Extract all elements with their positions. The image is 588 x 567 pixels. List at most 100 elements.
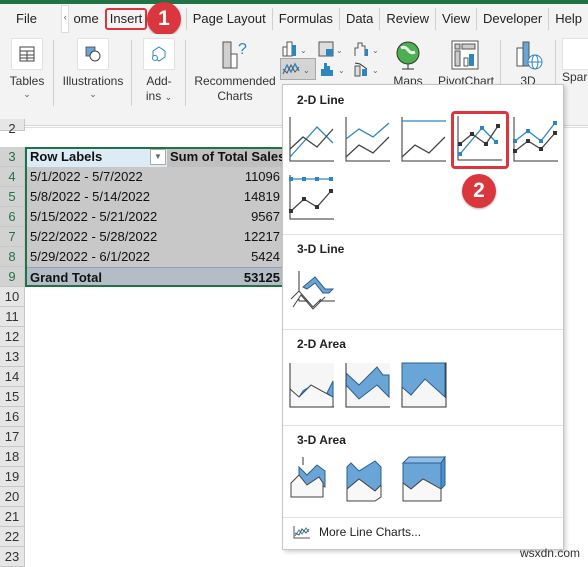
tab-view[interactable]: View xyxy=(435,8,476,30)
row-header[interactable]: 16 xyxy=(0,407,25,427)
3d-map-button[interactable]: 3D xyxy=(508,38,548,89)
line-with-markers-chart-option[interactable] xyxy=(451,111,509,169)
row-header[interactable]: 7 xyxy=(0,227,25,247)
chevron-down-icon: ⌄ xyxy=(23,89,31,99)
100-stacked-line-with-markers-chart-option[interactable] xyxy=(289,173,335,221)
line-chart-gallery: 2-D Line 2 3-D Line 2-D Area 3-D Area Mo… xyxy=(282,84,564,550)
maps-button[interactable]: Maps xyxy=(390,38,426,89)
stacked-line-chart-option[interactable] xyxy=(345,115,391,163)
row-header[interactable]: 23 xyxy=(0,547,25,567)
tables-label: Tables xyxy=(9,74,45,88)
tab-file[interactable]: File xyxy=(10,8,43,30)
row-header[interactable]: 18 xyxy=(0,447,25,467)
illustrations-label: Illustrations xyxy=(62,74,124,88)
ribbon-tabs: File ‹ ome Insert Page Layout Formulas D… xyxy=(0,4,588,34)
svg-text:?: ? xyxy=(238,41,247,58)
pivotchart-button[interactable]: PivotChart xyxy=(436,38,496,89)
more-line-charts-link[interactable]: More Line Charts... xyxy=(293,525,421,539)
row-header[interactable]: 10 xyxy=(0,287,25,307)
svg-text:⌄: ⌄ xyxy=(338,66,345,75)
sparkline-icon xyxy=(562,38,588,70)
step-2-badge: 2 xyxy=(462,174,496,208)
3d-area-chart-option[interactable] xyxy=(289,455,335,503)
row-header[interactable]: 22 xyxy=(0,527,25,547)
addins-label-1: Add- xyxy=(146,74,172,88)
illustrations-button[interactable]: Illustrations ⌄ xyxy=(58,38,128,100)
row-header[interactable]: 14 xyxy=(0,367,25,387)
hierarchy-chart-button[interactable]: ⌄ xyxy=(318,40,343,58)
line-chart-option[interactable] xyxy=(289,115,335,163)
tab-home[interactable]: ome xyxy=(71,8,104,30)
tab-help[interactable]: Help xyxy=(548,8,588,30)
recommended-charts-button[interactable]: ? Recommended Charts xyxy=(192,38,278,104)
svg-text:⌄: ⌄ xyxy=(300,46,307,55)
divider xyxy=(283,517,563,518)
row-header[interactable]: 2 xyxy=(0,119,25,136)
row-header[interactable]: 20 xyxy=(0,487,25,507)
waterfall-chart-button[interactable]: ⌄ xyxy=(354,40,379,58)
100-stacked-line-chart-option[interactable] xyxy=(401,115,447,163)
row-header[interactable]: 17 xyxy=(0,427,25,447)
tab-insert[interactable]: Insert xyxy=(104,8,148,30)
addins-label-2-text: ins xyxy=(145,89,162,103)
divider xyxy=(131,40,132,106)
recommended-label-2: Charts xyxy=(217,89,253,103)
row-header[interactable]: 15 xyxy=(0,387,25,407)
row-header[interactable]: 13 xyxy=(0,347,25,367)
column-chart-button[interactable]: ⌄ xyxy=(282,40,307,58)
row-header[interactable]: 6 xyxy=(0,207,25,227)
line-chart-button[interactable]: ⌄ xyxy=(280,58,316,80)
addins-label-2: ins ⌄ xyxy=(140,89,178,105)
table-icon xyxy=(11,38,43,70)
row-header[interactable]: 11 xyxy=(0,307,25,327)
chevron-down-icon: ⌄ xyxy=(89,89,97,99)
stacked-area-chart-option[interactable] xyxy=(345,361,391,409)
3d-stacked-area-chart-option[interactable] xyxy=(345,455,391,503)
tab-developer[interactable]: Developer xyxy=(475,8,548,30)
svg-text:⌄: ⌄ xyxy=(336,46,343,55)
section-2d-area-title: 2-D Area xyxy=(297,337,346,351)
100-stacked-area-chart-option[interactable] xyxy=(401,361,447,409)
shapes-icon xyxy=(77,38,109,70)
3d-100-stacked-area-chart-option[interactable] xyxy=(401,455,447,503)
row-header[interactable]: 5 xyxy=(0,187,25,207)
selection-border xyxy=(25,147,283,287)
tab-scroll-left-button[interactable]: ‹ xyxy=(60,5,70,33)
row-header[interactable]: 3 xyxy=(0,147,25,167)
divider xyxy=(53,40,54,106)
row-header[interactable]: 21 xyxy=(0,507,25,527)
divider xyxy=(283,234,563,235)
section-2d-line-title: 2-D Line xyxy=(297,93,345,107)
addins-icon xyxy=(143,38,175,70)
row-header[interactable]: 9 xyxy=(0,267,25,287)
recommended-label-1: Recommended xyxy=(194,74,276,88)
combo-chart-button[interactable]: ⌄ xyxy=(354,60,379,78)
svg-text:⌄: ⌄ xyxy=(372,66,379,75)
3d-map-icon xyxy=(508,38,548,74)
row-header[interactable]: 12 xyxy=(0,327,25,347)
row-header[interactable]: 4 xyxy=(0,167,25,187)
row-header[interactable]: 19 xyxy=(0,467,25,487)
section-3d-area-title: 3-D Area xyxy=(297,433,346,447)
addins-button[interactable]: Add- ins ⌄ xyxy=(140,38,178,105)
step-1-badge: 1 xyxy=(147,2,181,36)
tab-review[interactable]: Review xyxy=(379,8,435,30)
sparklines-label: Spar xyxy=(562,70,588,84)
stacked-line-with-markers-chart-option[interactable] xyxy=(513,115,559,163)
sparklines-button[interactable]: Spar xyxy=(562,38,588,85)
line-chart-icon xyxy=(293,526,310,539)
pivotchart-icon xyxy=(436,38,496,74)
tab-page-layout[interactable]: Page Layout xyxy=(185,8,272,30)
3d-line-chart-option[interactable] xyxy=(289,267,335,315)
row-header[interactable]: 8 xyxy=(0,247,25,267)
svg-text:⌄: ⌄ xyxy=(372,46,379,55)
globe-icon xyxy=(390,38,426,74)
tables-button[interactable]: Tables ⌄ xyxy=(8,38,46,100)
area-chart-option[interactable] xyxy=(289,361,335,409)
tab-formulas[interactable]: Formulas xyxy=(271,8,339,30)
divider xyxy=(283,425,563,426)
watermark: wsxdn.com xyxy=(519,546,580,560)
tab-data[interactable]: Data xyxy=(338,8,379,30)
statistic-chart-button[interactable]: ⌄ xyxy=(320,60,345,78)
more-line-charts-label: More Line Charts... xyxy=(319,525,422,539)
